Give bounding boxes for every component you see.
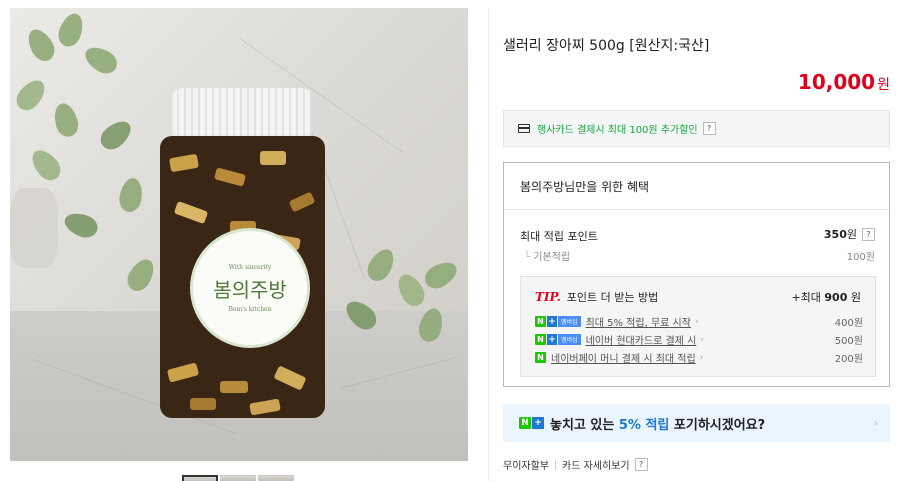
branch-icon: └ bbox=[524, 252, 534, 263]
label-tagline: With sincerity bbox=[228, 263, 272, 271]
card-discount-banner[interactable]: 행사카드 결제시 최대 100원 추가할인 ? bbox=[503, 110, 890, 147]
thumbnail[interactable] bbox=[182, 475, 218, 481]
tip-title: 포인트 더 받는 방법 bbox=[566, 291, 659, 304]
credit-card-icon bbox=[518, 124, 530, 133]
leaf bbox=[95, 115, 137, 155]
card-detail-link[interactable]: 카드 자세히보기 bbox=[562, 457, 630, 472]
help-icon[interactable]: ? bbox=[634, 458, 648, 471]
tip-header: TIP. 포인트 더 받는 방법 bbox=[535, 289, 658, 305]
celery-piece bbox=[249, 398, 281, 416]
celery-piece bbox=[260, 151, 286, 165]
payment-links: 무이자할부 카드 자세히보기 ? bbox=[503, 457, 648, 472]
max-points-value: 350 원 ? bbox=[824, 226, 875, 242]
label-brand: 봄의주방 bbox=[213, 277, 287, 302]
thumbnail-strip bbox=[182, 475, 294, 481]
help-icon[interactable]: ? bbox=[702, 122, 716, 135]
tip-word: TIP. bbox=[535, 290, 561, 304]
price-currency: 원 bbox=[877, 77, 890, 93]
price-value: 10,000 bbox=[797, 70, 876, 94]
base-points-label: └ 기본적립 bbox=[524, 252, 571, 263]
installment-link[interactable]: 무이자할부 bbox=[503, 457, 549, 472]
celery-piece bbox=[168, 153, 200, 173]
product-main-image[interactable]: With sincerity 봄의주방 Bom's kitchen bbox=[10, 8, 468, 461]
celery-piece bbox=[273, 365, 307, 391]
naver-n-icon: N bbox=[535, 316, 546, 327]
pickle-jar: With sincerity 봄의주방 Bom's kitchen bbox=[160, 88, 325, 418]
benefit-box: 봄의주방님만을 위한 혜택 최대 적립 포인트 350 원 ? └ 기본적립 1… bbox=[503, 162, 890, 387]
promo-highlight: 5% 적립 bbox=[618, 417, 670, 433]
benefit-title: 봄의주방님만을 위한 혜택 bbox=[520, 180, 650, 194]
price-row: 10,000 원 bbox=[798, 70, 890, 94]
vase bbox=[10, 188, 58, 268]
tip-row-amount: 200원 bbox=[834, 354, 863, 365]
product-gallery: With sincerity 봄의주방 Bom's kitchen bbox=[10, 8, 468, 481]
leaf bbox=[54, 10, 88, 50]
tip-row-naverpay[interactable]: N 네이버페이 머니 결제 시 최대 적립 › 200원 bbox=[535, 350, 863, 365]
leaf bbox=[26, 144, 66, 186]
divider bbox=[504, 209, 889, 210]
card-discount-text: 행사카드 결제시 최대 100원 추가할인 bbox=[537, 125, 698, 136]
leaf bbox=[392, 269, 430, 311]
plus-icon: + bbox=[547, 316, 557, 327]
product-title: 샐러리 장아찌 500g [원산지:국산] bbox=[503, 38, 710, 54]
naver-pay-icon: N bbox=[535, 352, 546, 363]
leaf bbox=[420, 256, 462, 294]
plus-icon: + bbox=[547, 334, 557, 345]
max-points-unit: 원 bbox=[846, 228, 857, 241]
naver-n-icon: N bbox=[535, 334, 546, 345]
leaf bbox=[117, 176, 145, 214]
jar-lid bbox=[172, 88, 312, 140]
tip-max-points: +최대 900 원 bbox=[791, 291, 861, 304]
leaf bbox=[22, 24, 60, 66]
leaf bbox=[80, 41, 122, 79]
chevron-right-icon: › bbox=[873, 416, 878, 430]
membership-promo-banner[interactable]: N + 놓치고 있는 5% 적립 포기하시겠어요? › bbox=[503, 404, 890, 442]
thumbnail[interactable] bbox=[258, 475, 294, 481]
base-points-value: 100원 bbox=[846, 252, 875, 263]
celery-piece bbox=[220, 381, 248, 393]
celery-piece bbox=[213, 167, 247, 187]
plus-icon: + bbox=[532, 417, 544, 429]
leaf bbox=[362, 244, 400, 286]
max-points-label: 최대 적립 포인트 bbox=[520, 230, 598, 243]
chevron-right-icon: › bbox=[694, 316, 699, 327]
tip-row-text[interactable]: 네이버 현대카드로 결제 시 bbox=[586, 332, 697, 347]
membership-badge: 멤버십 bbox=[558, 316, 581, 327]
tip-row-text[interactable]: 최대 5% 적립, 무료 시작 bbox=[586, 314, 691, 329]
chevron-right-icon: › bbox=[700, 334, 704, 345]
product-info: 샐러리 장아찌 500g [원산지:국산] 10,000 원 행사카드 결제시 … bbox=[503, 0, 890, 481]
brand-label: With sincerity 봄의주방 Bom's kitchen bbox=[190, 228, 310, 348]
celery-piece bbox=[173, 200, 209, 225]
tip-row-membership[interactable]: N + 멤버십 최대 5% 적립, 무료 시작 › 400원 bbox=[535, 314, 863, 329]
tip-row-amount: 500원 bbox=[834, 336, 863, 347]
leaf bbox=[50, 100, 82, 140]
celery-piece bbox=[190, 398, 216, 410]
celery-piece bbox=[166, 362, 200, 383]
leaf bbox=[11, 74, 51, 116]
promo-text: 놓치고 있는 5% 적립 포기하시겠어요? bbox=[550, 417, 766, 433]
help-icon[interactable]: ? bbox=[862, 227, 875, 241]
max-points-amount: 350 bbox=[823, 227, 847, 241]
tip-row-amount: 400원 bbox=[834, 318, 863, 329]
celery-piece bbox=[288, 191, 316, 213]
tip-max-value: 900 bbox=[824, 291, 848, 304]
membership-badge: 멤버십 bbox=[558, 334, 581, 345]
naver-n-icon: N bbox=[519, 417, 531, 429]
column-divider bbox=[488, 8, 489, 481]
thumbnail[interactable] bbox=[220, 475, 256, 481]
separator bbox=[555, 459, 556, 470]
tip-box: TIP. 포인트 더 받는 방법 +최대 900 원 N + 멤버십 최대 5% 적… bbox=[520, 276, 876, 377]
tip-row-text[interactable]: 네이버페이 머니 결제 시 최대 적립 bbox=[551, 350, 696, 365]
label-subtitle: Bom's kitchen bbox=[228, 305, 272, 313]
leaf bbox=[61, 208, 101, 242]
leaf bbox=[122, 254, 160, 296]
chevron-right-icon: › bbox=[699, 352, 704, 363]
tip-row-hyundai-card[interactable]: N + 멤버십 네이버 현대카드로 결제 시 › 500원 bbox=[535, 332, 863, 347]
